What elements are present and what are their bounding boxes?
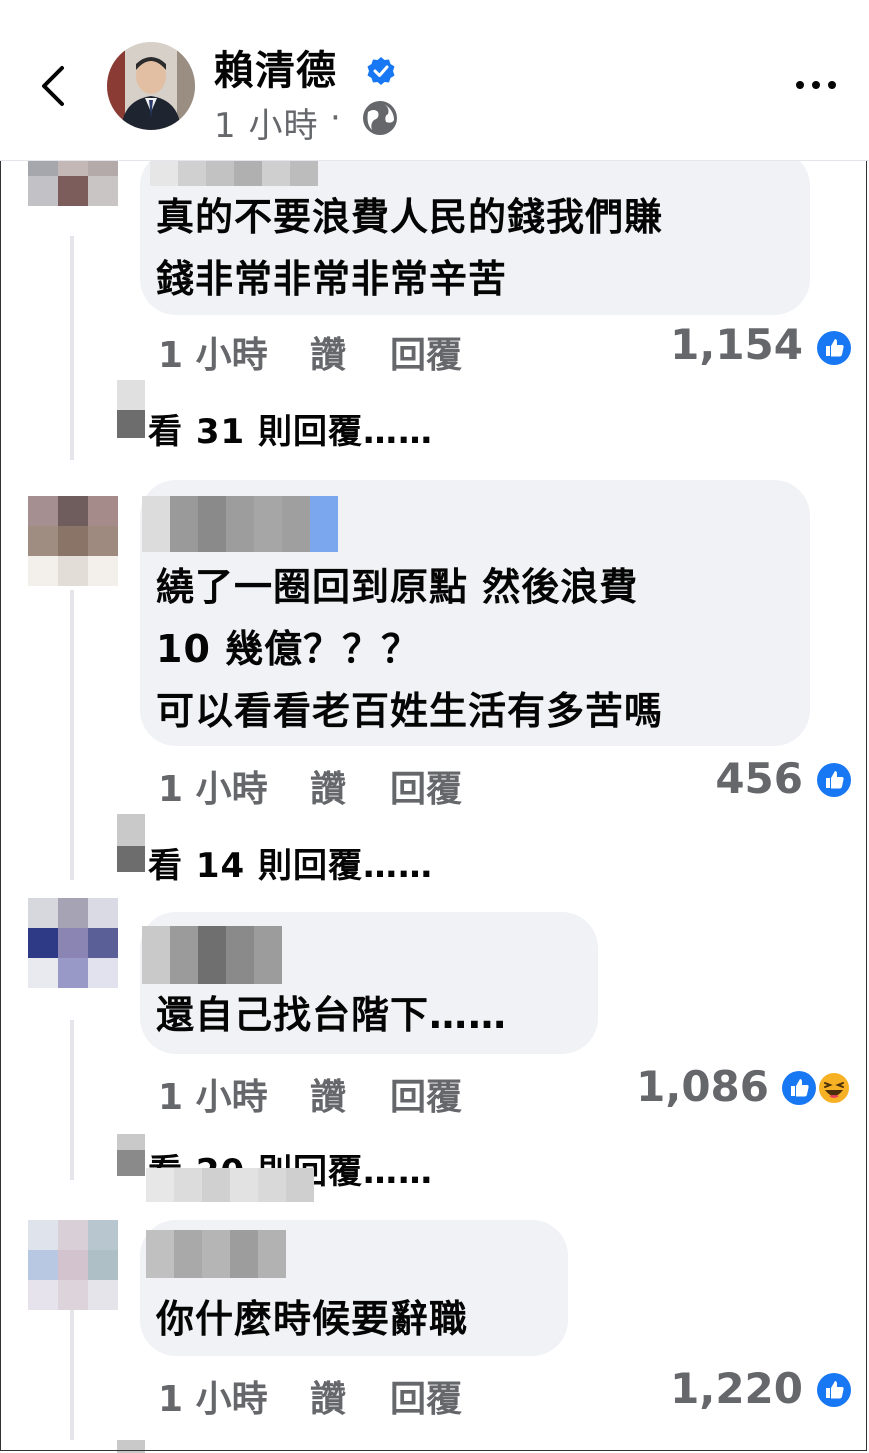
reaction-count[interactable]: 1,086 (636, 1062, 769, 1111)
blurred-overlay (146, 1168, 314, 1202)
commenter-avatar-blurred[interactable] (28, 496, 118, 586)
comment-text: 還自己找台階下…… (156, 993, 508, 1037)
reply-link[interactable]: 回覆 (390, 1068, 462, 1120)
like-link[interactable]: 讚 (310, 1370, 390, 1422)
blurred-fragment (117, 380, 145, 410)
comment-time: 1 小時 (158, 1379, 268, 1420)
comment-text: 真的不要浪費人民的錢我們賺 錢非常非常非常辛苦 (156, 195, 664, 301)
page-avatar[interactable] (107, 42, 195, 130)
blurred-fragment (117, 1150, 145, 1176)
thread-line (70, 1310, 74, 1440)
commenter-name-blurred[interactable] (142, 926, 282, 984)
comment-time: 1 小時 (158, 769, 268, 810)
globe-icon (363, 101, 397, 135)
post-header: 賴清德 1 小時 · (0, 0, 869, 161)
comment-bubble: 你什麼時候要辭職 (140, 1220, 568, 1356)
commenter-name-blurred[interactable] (142, 496, 338, 552)
back-arrow-icon[interactable] (38, 62, 68, 110)
reaction-count[interactable]: 1,220 (670, 1364, 803, 1413)
comment-actions: 1 小時 讚 回覆 (158, 1068, 462, 1120)
thread-line (70, 1020, 74, 1180)
like-link[interactable]: 讚 (310, 760, 390, 812)
comment-bubble: 還自己找台階下…… (140, 912, 598, 1054)
reply-link[interactable]: 回覆 (390, 326, 462, 378)
like-icon (817, 763, 851, 797)
commenter-avatar-blurred[interactable] (28, 1220, 118, 1310)
view-replies-link[interactable]: 看 14 則回覆…… (148, 838, 433, 887)
comment-actions: 1 小時 讚 回覆 (158, 760, 462, 812)
separator-dot: · (330, 98, 341, 138)
comment-bubble: 繞了一圈回到原點 然後浪費 10 幾億？？？ 可以看看老百姓生活有多苦嗎 (140, 480, 810, 746)
like-link[interactable]: 讚 (310, 326, 390, 378)
commenter-avatar-blurred[interactable] (28, 898, 118, 988)
like-icon (817, 1373, 851, 1407)
comment-time: 1 小時 (158, 1077, 268, 1118)
blurred-fragment (117, 814, 145, 846)
post-timestamp: 1 小時 (214, 106, 319, 146)
blurred-fragment (117, 1440, 145, 1453)
page-name[interactable]: 賴清德 (214, 38, 337, 96)
verified-badge-icon (367, 57, 395, 85)
blurred-fragment (117, 846, 145, 872)
comment-actions: 1 小時 讚 回覆 (158, 1370, 462, 1422)
comment-time: 1 小時 (158, 335, 268, 376)
reply-link[interactable]: 回覆 (390, 760, 462, 812)
comment-text: 你什麼時候要辭職 (156, 1297, 469, 1341)
reply-link[interactable]: 回覆 (390, 1370, 462, 1422)
comment-actions: 1 小時 讚 回覆 (158, 326, 462, 378)
thread-line (70, 590, 74, 880)
comment-bubble: 真的不要浪費人民的錢我們賺 錢非常非常非常辛苦 (140, 146, 810, 315)
thread-line (70, 210, 74, 460)
more-options-icon[interactable] (794, 74, 838, 96)
like-icon (817, 331, 851, 365)
reaction-count[interactable]: 456 (715, 754, 803, 803)
view-replies-link[interactable]: 看 31 則回覆…… (148, 404, 433, 453)
like-icon (782, 1071, 816, 1105)
commenter-name-blurred[interactable] (146, 1230, 286, 1278)
reaction-count[interactable]: 1,154 (670, 320, 803, 369)
like-link[interactable]: 讚 (310, 1068, 390, 1120)
comment-text: 繞了一圈回到原點 然後浪費 10 幾億？？？ 可以看看老百姓生活有多苦嗎 (156, 565, 664, 733)
haha-icon (817, 1071, 851, 1105)
blurred-fragment (117, 410, 145, 438)
